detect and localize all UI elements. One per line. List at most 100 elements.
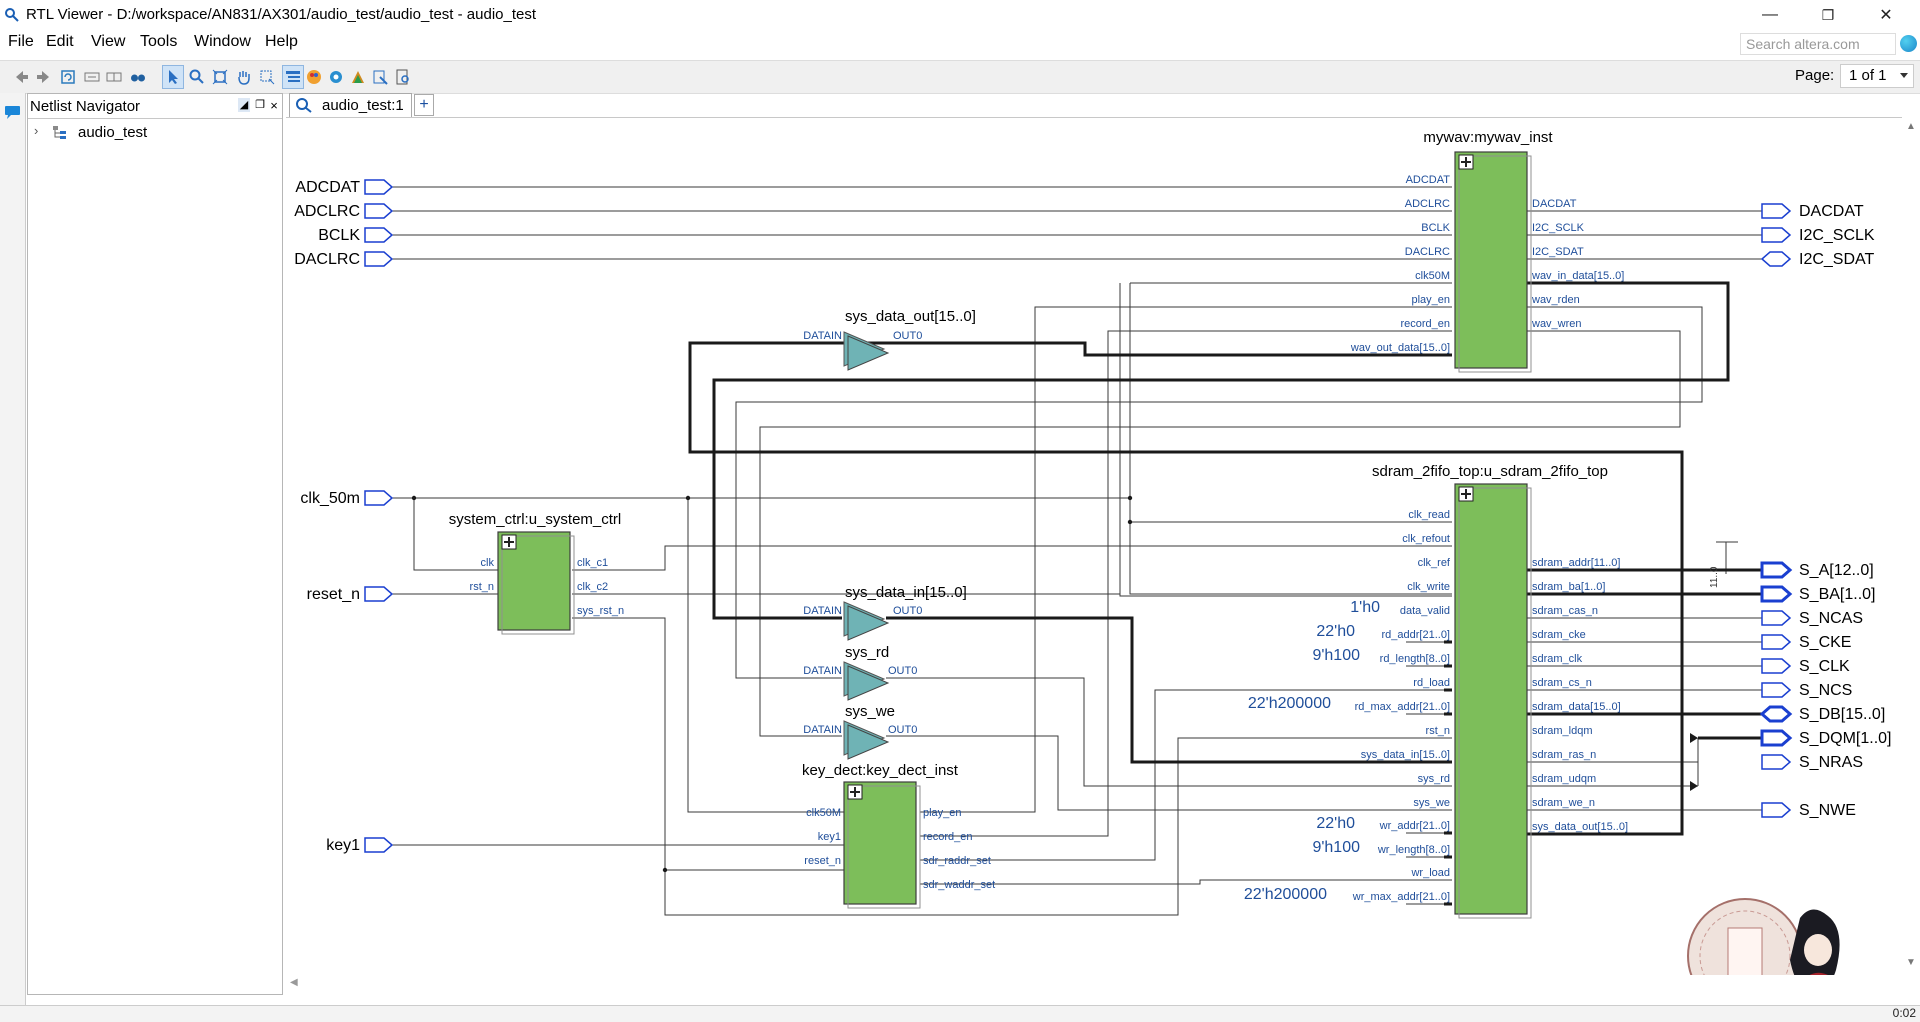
fit-window-icon[interactable] <box>212 69 228 85</box>
output-port[interactable]: S_BA[1..0] <box>1760 585 1876 603</box>
input-port[interactable]: reset_n <box>307 586 394 603</box>
pin-label: clk_ref <box>1418 557 1451 569</box>
buffer-title: sys_we <box>845 703 895 720</box>
tab-audio-test-1[interactable]: audio_test:1 <box>289 93 412 117</box>
vertical-scrollbar[interactable]: ▲ ▼ <box>1902 117 1920 995</box>
input-port[interactable]: ADCDAT <box>295 179 394 196</box>
left-strip <box>0 93 26 1021</box>
rtl-viewer-app-icon <box>5 8 19 22</box>
buffer-sys-data-in[interactable]: sys_data_in[15..0] DATAIN OUT0 <box>803 584 967 641</box>
add-tab-button[interactable]: + <box>414 94 434 116</box>
menu-view[interactable]: View <box>91 33 125 51</box>
buffer-sys-we[interactable]: sys_we DATAIN OUT0 <box>803 703 917 760</box>
pin-label: reset_n <box>804 855 841 867</box>
pin-label: sys_data_out[15..0] <box>1532 821 1628 833</box>
input-port[interactable]: BCLK <box>318 227 394 244</box>
pin-label: clk_c1 <box>577 557 608 569</box>
netlist-icon[interactable] <box>285 69 301 85</box>
output-port[interactable]: S_NRAS <box>1761 754 1863 771</box>
export-icon[interactable] <box>372 69 388 85</box>
pin-label: DACLRC <box>1405 246 1450 258</box>
buffer-sys-rd[interactable]: sys_rd DATAIN OUT0 <box>803 644 917 701</box>
schematic-canvas[interactable]: mywav:mywav_inst ADCDAT ADCLRC BCLK DACL… <box>286 117 1920 996</box>
horizontal-scrollbar[interactable]: ◀ <box>286 975 1902 995</box>
chevron-right-icon[interactable]: › <box>34 123 38 138</box>
search-input[interactable]: Search altera.com <box>1740 33 1896 55</box>
output-port[interactable]: S_NWE <box>1761 802 1856 819</box>
hand-pan-icon[interactable] <box>236 69 252 85</box>
input-port[interactable]: DACLRC <box>294 251 394 268</box>
navigator-header: Netlist Navigator ◢ ❐ × <box>28 94 282 119</box>
document-search-icon[interactable] <box>395 69 411 85</box>
page-label: Page: <box>1795 67 1835 84</box>
minimize-button[interactable]: — <box>1742 0 1798 30</box>
pin-label: play_en <box>1411 294 1450 306</box>
block-title-mywav: mywav:mywav_inst <box>1423 129 1553 146</box>
output-ports-layer: DACDAT I2C_SCLK I2C_SDAT S_A[12..0] S_BA… <box>1759 203 1891 819</box>
menu-edit[interactable]: Edit <box>46 33 74 51</box>
constant-value: 22'h0 <box>1316 815 1355 832</box>
back-icon[interactable] <box>14 69 30 85</box>
input-port[interactable]: clk_50m <box>300 490 394 507</box>
block-mywav[interactable]: mywav:mywav_inst ADCDAT ADCLRC BCLK DACL… <box>1350 129 1624 373</box>
forward-icon[interactable] <box>35 69 51 85</box>
bidir-port[interactable]: I2C_SDAT <box>1760 251 1875 268</box>
port-label: DACLRC <box>294 251 360 268</box>
input-port[interactable]: key1 <box>326 837 394 854</box>
pin-label: DATAIN <box>803 724 842 736</box>
scroll-down-icon[interactable]: ▼ <box>1906 957 1916 968</box>
port-label: S_CLK <box>1799 658 1850 675</box>
refresh-icon[interactable] <box>60 69 76 85</box>
pin-label: sys_data_in[15..0] <box>1361 749 1450 761</box>
buffer-sys-data-out[interactable]: sys_data_out[15..0] DATAIN OUT0 <box>803 308 976 371</box>
close-panel-icon[interactable]: × <box>268 98 280 113</box>
pin-label: ADCDAT <box>1406 174 1451 186</box>
pin-label: DACDAT <box>1532 198 1577 210</box>
menu-help[interactable]: Help <box>265 33 298 51</box>
output-port[interactable]: I2C_SCLK <box>1761 227 1875 244</box>
float-icon[interactable]: ❐ <box>254 98 266 112</box>
block-system-ctrl[interactable]: system_ctrl:u_system_ctrl clk rst_n clk_… <box>449 511 624 635</box>
triangle-tool-icon[interactable] <box>350 69 366 85</box>
pin-label: rst_n <box>470 581 494 593</box>
block-title-key-dect: key_dect:key_dect_inst <box>802 762 959 779</box>
output-port[interactable]: S_A[12..0] <box>1760 561 1874 579</box>
pin-label: clk_write <box>1407 581 1450 593</box>
menu-tools[interactable]: Tools <box>140 33 177 51</box>
menu-file[interactable]: File <box>8 33 34 51</box>
tree-item-label: audio_test <box>78 124 148 141</box>
output-port[interactable]: S_CLK <box>1761 658 1850 675</box>
zoom-icon[interactable] <box>189 69 205 85</box>
output-port[interactable]: DACDAT <box>1761 203 1864 220</box>
bidir-port[interactable]: S_DB[15..0] <box>1759 705 1885 723</box>
select-region-icon[interactable] <box>259 69 275 85</box>
decorative-sticker <box>1687 898 1840 976</box>
pin-label: sdram_data[15..0] <box>1532 701 1621 713</box>
find-icon[interactable] <box>130 69 146 85</box>
close-button[interactable]: ✕ <box>1858 0 1914 30</box>
color-palette-icon[interactable] <box>306 69 322 85</box>
hierarchy-down-icon[interactable] <box>106 69 122 85</box>
menu-window[interactable]: Window <box>194 33 251 51</box>
constant-value: 22'h200000 <box>1248 695 1331 712</box>
port-label: reset_n <box>307 586 360 603</box>
hierarchy-up-icon[interactable] <box>84 69 100 85</box>
scroll-left-icon[interactable]: ◀ <box>290 977 298 988</box>
pin-label: clk <box>481 557 495 569</box>
output-port[interactable]: S_CKE <box>1761 634 1851 651</box>
restore-button[interactable]: ❐ <box>1800 0 1856 30</box>
chat-bubble-icon[interactable] <box>4 105 21 120</box>
port-label: S_NWE <box>1799 802 1856 819</box>
settings-gear-icon[interactable] <box>328 69 344 85</box>
pointer-icon[interactable] <box>166 69 182 85</box>
globe-icon[interactable] <box>1900 35 1917 52</box>
input-port[interactable]: ADCLRC <box>294 203 394 220</box>
output-port[interactable]: S_NCAS <box>1761 610 1863 627</box>
output-port[interactable]: S_NCS <box>1761 682 1852 699</box>
scroll-up-icon[interactable]: ▲ <box>1906 121 1916 132</box>
block-key-dect[interactable]: key_dect:key_dect_inst clk50M key1 reset… <box>802 762 995 909</box>
page-select[interactable]: 1 of 1 <box>1840 64 1914 88</box>
schematic-svg[interactable]: mywav:mywav_inst ADCDAT ADCLRC BCLK DACL… <box>286 118 1902 976</box>
output-port[interactable]: S_DQM[1..0] <box>1760 729 1891 747</box>
pin-icon[interactable]: ◢ <box>238 98 250 112</box>
